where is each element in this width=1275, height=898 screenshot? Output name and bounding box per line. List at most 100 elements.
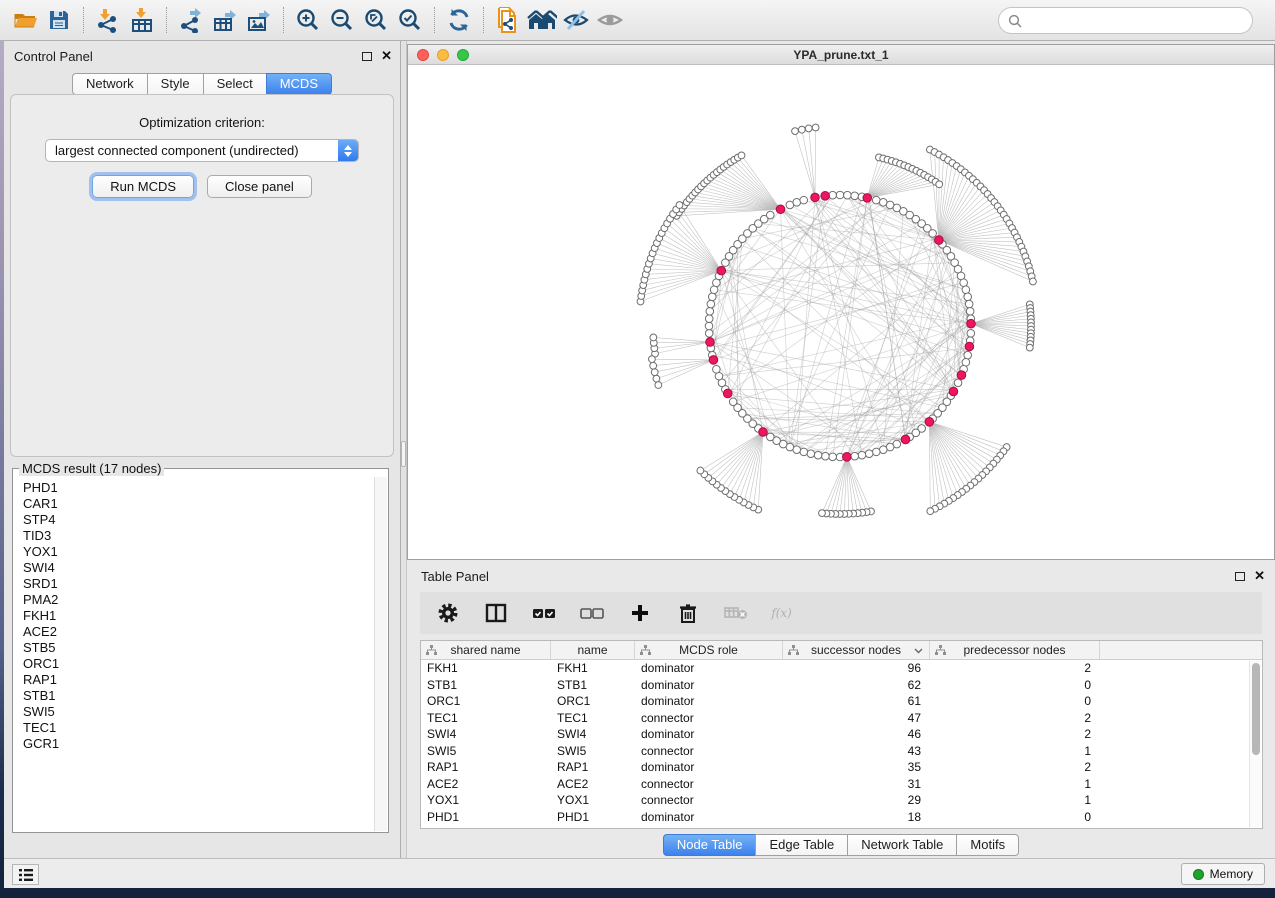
network-node [966, 308, 974, 316]
network-canvas[interactable] [408, 65, 1274, 559]
export-table-icon[interactable] [208, 4, 242, 36]
hide-selected-eye-icon[interactable] [559, 4, 593, 36]
splitter-handle-icon[interactable] [401, 441, 406, 467]
mcds-result-item[interactable]: TEC1 [23, 720, 373, 736]
column-header-successor-nodes[interactable]: successor nodes [783, 641, 930, 659]
mcds-result-item[interactable]: SWI5 [23, 704, 373, 720]
zoom-selected-icon[interactable] [393, 4, 427, 36]
mcds-result-item[interactable]: YOX1 [23, 544, 373, 560]
duplicate-network-icon[interactable] [491, 4, 525, 36]
mcds-result-item[interactable]: SWI4 [23, 560, 373, 576]
mcds-result-item[interactable]: STP4 [23, 512, 373, 528]
tab-style[interactable]: Style [147, 73, 203, 95]
export-network-icon[interactable] [174, 4, 208, 36]
run-mcds-button[interactable]: Run MCDS [92, 175, 194, 198]
tab-edge-table[interactable]: Edge Table [755, 834, 847, 856]
mcds-hub-node [957, 371, 966, 380]
cell: STB1 [421, 677, 551, 694]
tab-network-table[interactable]: Network Table [847, 834, 956, 856]
table-row[interactable]: PHD1PHD1dominator180 [421, 809, 1262, 826]
memory-button[interactable]: Memory [1181, 863, 1265, 885]
float-window-icon[interactable] [362, 52, 372, 61]
zoom-in-icon[interactable] [291, 4, 325, 36]
import-network-icon[interactable] [91, 4, 125, 36]
close-panel-icon[interactable]: ✕ [381, 51, 392, 61]
table-scrollbar[interactable] [1249, 661, 1261, 827]
search-field[interactable] [998, 7, 1253, 34]
delete-columns-icon[interactable] [674, 599, 702, 627]
home-layout-icon[interactable] [525, 4, 559, 36]
show-all-eye-icon[interactable] [593, 4, 627, 36]
mcds-result-item[interactable]: PMA2 [23, 592, 373, 608]
mcds-result-item[interactable]: CAR1 [23, 496, 373, 512]
network-node [676, 202, 683, 209]
mcds-result-item[interactable]: STB1 [23, 688, 373, 704]
tab-network[interactable]: Network [72, 73, 147, 95]
float-window-icon[interactable] [1235, 572, 1245, 581]
select-all-rows-icon[interactable] [530, 599, 558, 627]
cell: 2 [930, 726, 1100, 743]
mcds-result-item[interactable]: SRD1 [23, 576, 373, 592]
save-session-icon[interactable] [42, 4, 76, 36]
zoom-fit-icon[interactable] [359, 4, 393, 36]
table-row[interactable]: ORC1ORC1dominator610 [421, 693, 1262, 710]
cell: TEC1 [551, 710, 635, 727]
network-node [872, 196, 880, 204]
cell: YOX1 [551, 792, 635, 809]
cell: 43 [783, 743, 930, 760]
search-input[interactable] [1027, 11, 1252, 31]
task-history-icon[interactable] [12, 864, 39, 885]
mcds-result-item[interactable]: GCR1 [23, 736, 373, 752]
scrollbar-thumb[interactable] [1252, 663, 1260, 755]
column-header-name[interactable]: name [551, 641, 635, 659]
cell: connector [635, 743, 783, 760]
split-view-columns-icon[interactable] [482, 599, 510, 627]
mcds-result-item[interactable]: PHD1 [23, 480, 373, 496]
criterion-select[interactable]: largest connected component (undirected) [45, 139, 359, 162]
network-node [851, 192, 859, 200]
deselect-all-rows-icon[interactable] [578, 599, 606, 627]
search-icon [1008, 14, 1022, 28]
close-panel-button[interactable]: Close panel [207, 175, 312, 198]
column-header-mcds-role[interactable]: MCDS role [635, 641, 783, 659]
tab-select[interactable]: Select [203, 73, 266, 95]
mcds-result-item[interactable]: TID3 [23, 528, 373, 544]
tab-motifs[interactable]: Motifs [956, 834, 1019, 856]
toolbar-separator [283, 7, 284, 33]
table-row[interactable]: RAP1RAP1dominator352 [421, 759, 1262, 776]
add-column-icon[interactable] [626, 599, 654, 627]
mcds-list-scrollbar[interactable] [374, 477, 387, 831]
table-row[interactable]: FKH1FKH1dominator962 [421, 660, 1262, 677]
mcds-result-item[interactable]: STB5 [23, 640, 373, 656]
table-row[interactable]: STB1STB1dominator620 [421, 677, 1262, 694]
column-header-shared-name[interactable]: shared name [421, 641, 551, 659]
cell: dominator [635, 693, 783, 710]
mcds-result-item[interactable]: FKH1 [23, 608, 373, 624]
tab-node-table[interactable]: Node Table [663, 834, 756, 856]
mcds-result-item[interactable]: ORC1 [23, 656, 373, 672]
export-image-icon[interactable] [242, 4, 276, 36]
table-row[interactable]: ACE2ACE2connector311 [421, 776, 1262, 793]
zoom-out-icon[interactable] [325, 4, 359, 36]
network-nodes[interactable] [637, 124, 1036, 517]
mcds-result-item[interactable]: RAP1 [23, 672, 373, 688]
refresh-view-icon[interactable] [442, 4, 476, 36]
network-node [865, 450, 873, 458]
cell: 0 [930, 693, 1100, 710]
table-row[interactable]: SWI4SWI4dominator462 [421, 726, 1262, 743]
open-file-icon[interactable] [8, 4, 42, 36]
panel-splitter[interactable] [400, 41, 407, 858]
table-settings-icon[interactable] [434, 599, 462, 627]
table-row[interactable]: SWI5SWI5connector431 [421, 743, 1262, 760]
network-node [836, 191, 844, 199]
table-row[interactable]: YOX1YOX1connector291 [421, 792, 1262, 809]
table-row[interactable]: TEC1TEC1connector472 [421, 710, 1262, 727]
close-panel-icon[interactable]: ✕ [1254, 571, 1265, 581]
mcds-result-item[interactable]: ACE2 [23, 624, 373, 640]
mcds-hub-node [935, 236, 944, 245]
tab-mcds[interactable]: MCDS [266, 73, 332, 95]
cell: 62 [783, 677, 930, 694]
column-header-predecessor-nodes[interactable]: predecessor nodes [930, 641, 1100, 659]
network-node [936, 181, 943, 188]
import-table-icon[interactable] [125, 4, 159, 36]
